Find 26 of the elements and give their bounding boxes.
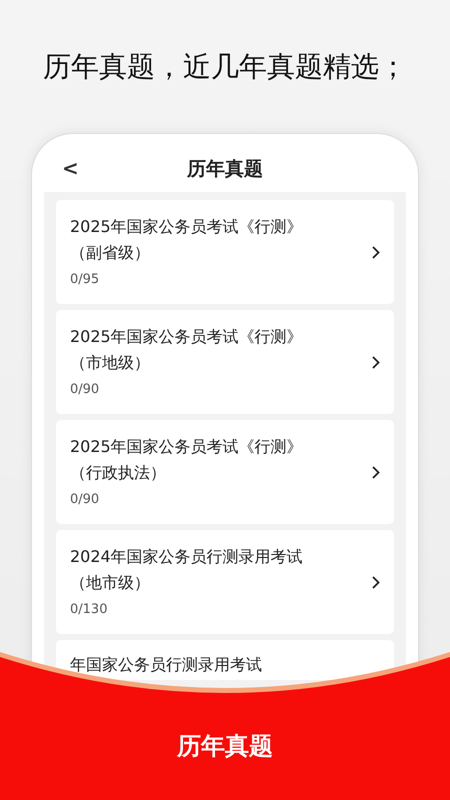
exam-subtitle: （市地级）	[70, 352, 151, 374]
exam-card[interactable]: 2025年国家公务员考试《行测》 （行政执法） 0/90	[56, 420, 394, 524]
progress-count: 0/90	[70, 492, 100, 507]
exam-title: 2025年国家公务员考试《行测》	[70, 216, 304, 238]
exam-card[interactable]: 年国家公务员行测录用考试	[56, 640, 394, 680]
exam-subtitle: （地市级）	[70, 572, 151, 594]
exam-card[interactable]: 2024年国家公务员行测录用考试 （地市级） 0/130	[56, 530, 394, 634]
progress-count: 0/90	[70, 382, 100, 397]
exam-subtitle: （行政执法）	[70, 462, 167, 484]
screen-title: 历年真题	[187, 157, 263, 182]
progress-count: 0/95	[70, 272, 100, 287]
exam-title: 2025年国家公务员考试《行测》	[70, 436, 304, 458]
progress-count: 0/130	[70, 602, 108, 617]
back-button[interactable]: <	[58, 156, 83, 180]
chevron-right-icon	[372, 246, 380, 259]
exam-title: 2025年国家公务员考试《行测》	[70, 326, 304, 348]
chevron-right-icon	[372, 466, 380, 479]
exam-subtitle: （副省级）	[70, 242, 151, 264]
exam-card[interactable]: 2025年国家公务员考试《行测》 （副省级） 0/95	[56, 200, 394, 304]
headline: 历年真题，近几年真题精选；	[43, 48, 407, 84]
exam-title: 年国家公务员行测录用考试	[70, 654, 263, 676]
exam-card[interactable]: 2025年国家公务员考试《行测》 （市地级） 0/90	[56, 310, 394, 414]
chevron-right-icon	[372, 576, 380, 589]
chevron-right-icon	[372, 356, 380, 369]
exam-title: 2024年国家公务员行测录用考试	[70, 546, 304, 568]
banner-title: 历年真题	[177, 731, 273, 760]
